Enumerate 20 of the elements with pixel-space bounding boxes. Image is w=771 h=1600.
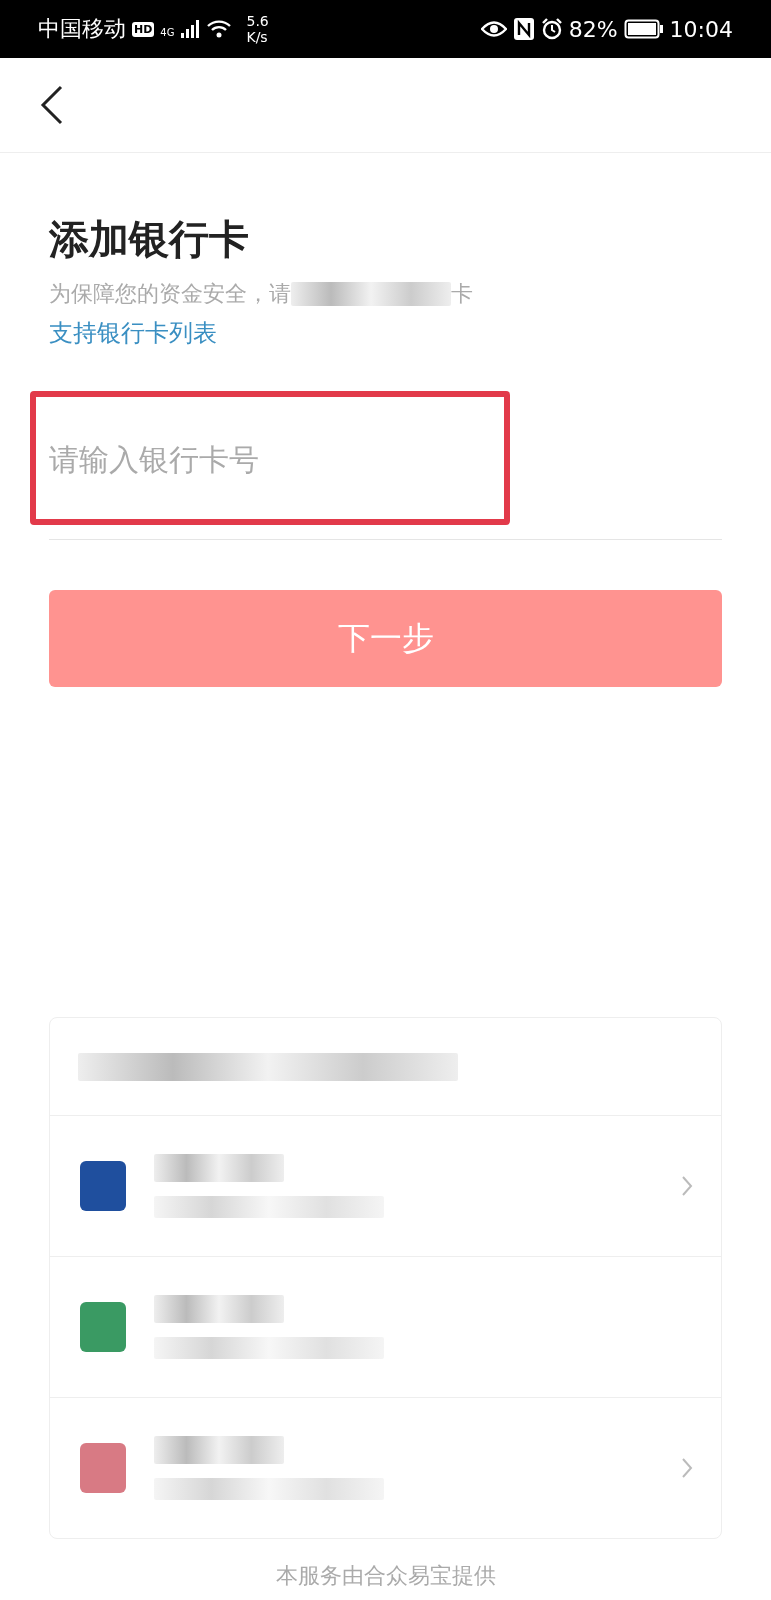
speed-value: 5.6 (246, 13, 269, 29)
speed-unit: K/s (246, 29, 269, 45)
provider-note: 本服务由合众易宝提供 (274, 1562, 497, 1590)
signal-icon (180, 19, 201, 39)
nfc-icon (512, 17, 535, 41)
carrier-name: 中国移动 (38, 15, 126, 43)
back-icon[interactable] (40, 85, 64, 125)
supported-banks-link[interactable]: 支持银行卡列表 (49, 317, 217, 349)
page-title: 添加银行卡 (49, 215, 250, 264)
network-type: 4G (160, 27, 175, 38)
hd-badge: HD (132, 21, 155, 37)
clock-time: 10:04 (669, 16, 733, 42)
eye-icon (480, 20, 507, 38)
battery-percent: 82% (568, 16, 618, 42)
notice-text-end: 卡 (451, 280, 473, 308)
battery-icon (623, 18, 664, 40)
notice-text: 为保障您的资金安全，请 (49, 280, 291, 308)
alarm-icon (540, 18, 563, 40)
card-number-field[interactable]: 请输入银行卡号 (49, 441, 722, 477)
wifi-icon (206, 19, 233, 39)
